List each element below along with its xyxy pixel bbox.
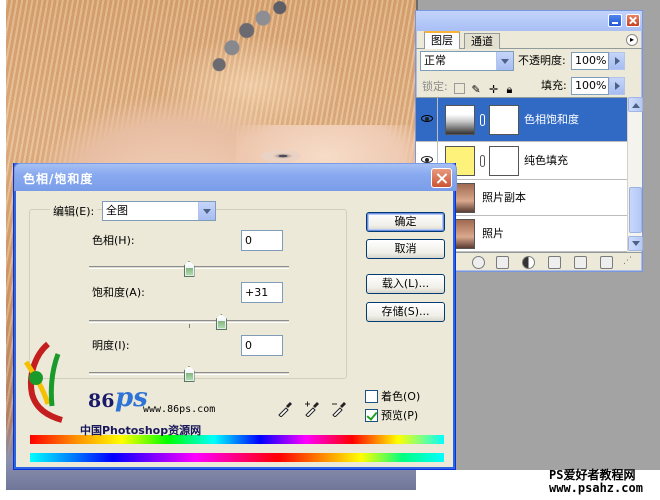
visibility-toggle[interactable] [416, 98, 438, 141]
eye [261, 150, 301, 162]
fill-input[interactable]: 100% [571, 77, 609, 95]
panel-titlebar[interactable] [416, 11, 642, 31]
opacity-label: 不透明度: [518, 54, 566, 67]
edit-label: 编辑(E): [50, 203, 98, 221]
colorize-label: 着色(O) [381, 390, 421, 403]
eye-icon [421, 115, 433, 122]
ok-button[interactable]: 确定 [366, 212, 445, 232]
layer-name: 照片 [482, 227, 504, 240]
layer-name: 照片副本 [482, 191, 526, 204]
layer-name: 纯色填充 [524, 154, 568, 167]
opacity-arrow-icon[interactable] [609, 52, 625, 70]
eye-icon [421, 156, 433, 163]
minimize-icon[interactable] [608, 14, 622, 27]
chevron-down-icon[interactable] [496, 52, 513, 70]
layer-style-icon[interactable] [472, 256, 485, 269]
panel-tabs: 图层 通道 [416, 31, 642, 49]
panel-menu-icon[interactable]: ▸ [626, 34, 638, 46]
watermark-logo [23, 341, 63, 423]
scroll-up-icon[interactable] [628, 97, 643, 112]
eyedropper-icon[interactable] [277, 401, 293, 417]
close-icon[interactable] [626, 14, 640, 27]
scroll-thumb[interactable] [629, 187, 642, 233]
layer-name: 色相饱和度 [524, 113, 579, 126]
watermark-url: www.86ps.com [143, 404, 216, 415]
resize-grip-icon[interactable]: ⋰ [623, 256, 636, 269]
preview-label: 预览(P) [381, 409, 419, 422]
opacity-input[interactable]: 100% [571, 52, 609, 70]
add-mask-icon[interactable] [496, 256, 509, 269]
watermark-brand-number: 86 [88, 390, 115, 412]
fill-label: 填充: [541, 79, 567, 92]
trash-icon[interactable] [600, 256, 613, 269]
new-layer-icon[interactable] [574, 256, 587, 269]
blend-mode-value: 正常 [424, 54, 446, 67]
close-icon[interactable] [431, 168, 452, 188]
adjustment-layer-icon[interactable] [522, 256, 535, 269]
chevron-down-icon[interactable] [198, 202, 215, 220]
blend-mode-select[interactable]: 正常 [420, 51, 514, 71]
hairband [190, 0, 312, 88]
dialog-titlebar[interactable]: 色相/饱和度 [14, 163, 457, 191]
lock-transparency-icon[interactable] [454, 82, 465, 94]
lightness-label: 明度(I): [92, 339, 130, 352]
saturation-slider-track[interactable] [89, 320, 289, 323]
tab-layers[interactable]: 图层 [424, 31, 460, 49]
group-folder-icon[interactable] [548, 256, 561, 269]
lock-icons: ✎ ✛ 🔒︎ [454, 81, 521, 96]
load-button[interactable]: 载入(L)... [366, 274, 445, 294]
save-button[interactable]: 存储(S)... [366, 302, 445, 322]
link-icon [480, 114, 485, 126]
watermark-site-name: 中国Photoshop资源网 [80, 424, 202, 437]
lightness-input[interactable]: 0 [241, 335, 283, 356]
colorize-checkbox[interactable] [365, 390, 378, 403]
layer-row[interactable]: 色相饱和度 [416, 98, 627, 142]
tab-channels[interactable]: 通道 [464, 33, 500, 49]
cancel-button[interactable]: 取消 [366, 239, 445, 259]
edit-select[interactable]: 全图 [102, 201, 216, 221]
lock-paint-icon[interactable]: ✎ [472, 83, 483, 96]
preview-checkbox[interactable] [365, 409, 378, 422]
mask-thumbnail [489, 146, 519, 176]
output-color-spectrum [30, 453, 444, 462]
eyedropper-plus-icon[interactable] [304, 401, 320, 417]
link-icon [480, 155, 485, 167]
eyedropper-minus-icon[interactable] [331, 401, 347, 417]
saturation-input[interactable]: +31 [241, 282, 283, 303]
edit-value: 全图 [106, 204, 128, 217]
saturation-label: 饱和度(A): [92, 286, 145, 299]
lock-move-icon[interactable]: ✛ [489, 83, 500, 96]
layers-scrollbar[interactable] [627, 97, 643, 251]
fill-arrow-icon[interactable] [609, 77, 625, 95]
adjustment-thumbnail [445, 105, 475, 135]
scroll-down-icon[interactable] [628, 236, 643, 251]
slider-center-tick [189, 324, 190, 328]
lock-label: 锁定: [422, 80, 448, 93]
dialog-title: 色相/饱和度 [23, 172, 94, 186]
hue-label: 色相(H): [92, 234, 135, 247]
hue-input[interactable]: 0 [241, 230, 283, 251]
lock-all-icon[interactable]: 🔒︎ [507, 83, 518, 96]
footer-site-url: www.psahz.com [549, 481, 643, 495]
mask-thumbnail [489, 105, 519, 135]
